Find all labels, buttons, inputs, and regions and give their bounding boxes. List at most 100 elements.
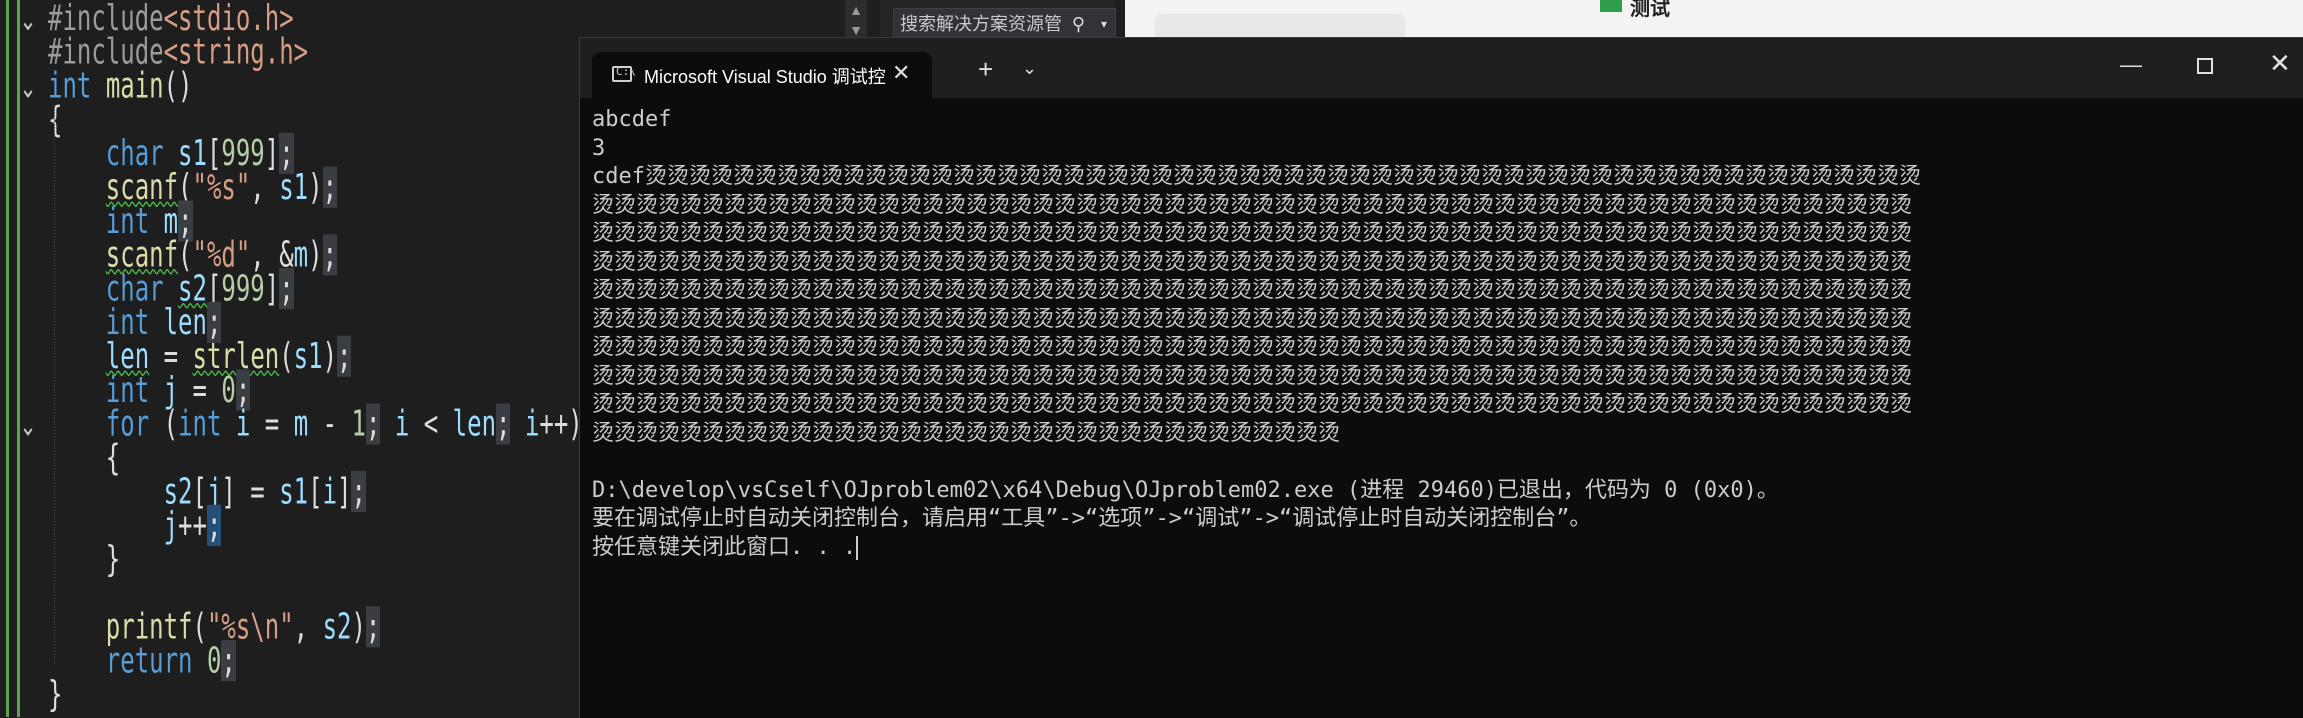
code-token: m — [293, 403, 309, 445]
code-token: i — [524, 403, 540, 445]
code-token: ) — [308, 166, 323, 208]
search-placeholder: 搜索解决方案资源管 — [900, 14, 1062, 34]
semicolon-token: ; — [365, 606, 381, 648]
code-editor[interactable]: ⌄ #include<stdio.h> #include<string.h> ⌄ int… — [0, 0, 580, 717]
console-titlebar[interactable]: C:\ Microsoft Visual Studio 调试控 ✕ + ⌄ — … — [580, 38, 2303, 98]
console-line: 烫烫烫烫烫烫烫烫烫烫烫烫烫烫烫烫烫烫烫烫烫烫烫烫烫烫烫烫烫烫烫烫烫烫 — [592, 420, 1341, 446]
indent-guide — [54, 104, 55, 664]
code-token: i — [235, 403, 251, 445]
code-line[interactable]: for (int i = m - 1; i < len; i++) — [48, 403, 580, 445]
code-token: s2 — [322, 606, 352, 648]
console-line: abcdef — [592, 107, 672, 132]
code-token: ++ — [178, 504, 207, 546]
new-tab-button[interactable]: + — [978, 56, 993, 82]
console-output[interactable]: abcdef 3 cdef烫烫烫烫烫烫烫烫烫烫烫烫烫烫烫烫烫烫烫烫烫烫烫烫烫烫烫烫烫… — [592, 106, 2292, 562]
code-token: , — [293, 606, 323, 648]
console-line: 烫烫烫烫烫烫烫烫烫烫烫烫烫烫烫烫烫烫烫烫烫烫烫烫烫烫烫烫烫烫烫烫烫烫烫烫烫烫烫烫… — [592, 363, 1913, 389]
semicolon-token: ; — [365, 403, 381, 445]
code-token: i — [394, 403, 410, 445]
code-token: 0 — [206, 639, 222, 682]
console-line: 烫烫烫烫烫烫烫烫烫烫烫烫烫烫烫烫烫烫烫烫烫烫烫烫烫烫烫烫烫烫烫烫烫烫烫烫烫烫烫烫… — [592, 278, 1913, 303]
fold-toggle-icon[interactable]: ⌄ — [18, 70, 38, 105]
tab-debug-console[interactable]: C:\ Microsoft Visual Studio 调试控 ✕ — [592, 52, 932, 98]
console-line: 烫烫烫烫烫烫烫烫烫烫烫烫烫烫烫烫烫烫烫烫烫烫烫烫烫烫烫烫烫烫烫烫烫烫烫烫烫烫烫烫… — [592, 392, 1913, 417]
excel-file-icon — [1600, 0, 1622, 12]
code-token: int — [178, 403, 222, 445]
selected-token: ; — [206, 504, 222, 546]
semicolon-token: ; — [279, 268, 294, 310]
code-token: j — [163, 504, 179, 546]
semicolon-token: ; — [496, 403, 511, 445]
code-token: - — [308, 403, 352, 445]
code-token: 999 — [221, 268, 265, 310]
console-line: 烫烫烫烫烫烫烫烫烫烫烫烫烫烫烫烫烫烫烫烫烫烫烫烫烫烫烫烫烫烫烫烫烫烫烫烫烫烫烫烫… — [592, 306, 1913, 332]
console-line: 烫烫烫烫烫烫烫烫烫烫烫烫烫烫烫烫烫烫烫烫烫烫烫烫烫烫烫烫烫烫烫烫烫烫烫烫烫烫烫烫… — [592, 335, 1913, 360]
background-window-label: 测试 — [1630, 0, 1670, 20]
semicolon-token: ; — [322, 166, 338, 208]
code-token: 1 — [351, 403, 366, 445]
text-cursor — [856, 535, 859, 560]
console-line: 烫烫烫烫烫烫烫烫烫烫烫烫烫烫烫烫烫烫烫烫烫烫烫烫烫烫烫烫烫烫烫烫烫烫烫烫烫烫烫烫… — [592, 249, 1913, 275]
semicolon-token: ; — [221, 639, 236, 682]
change-tracking-bar-secondary — [17, 0, 20, 717]
code-token: ] — [264, 268, 280, 310]
maximize-button[interactable] — [2197, 58, 2213, 74]
code-token: [ — [308, 470, 323, 513]
tab-dropdown-chevron-icon[interactable]: ⌄ — [1022, 58, 1037, 79]
code-line[interactable]: return 0; — [48, 639, 236, 682]
scroll-up-icon[interactable]: ▲ — [845, 0, 867, 20]
console-line: cdef烫烫烫烫烫烫烫烫烫烫烫烫烫烫烫烫烫烫烫烫烫烫烫烫烫烫烫烫烫烫烫烫烫烫烫烫… — [592, 164, 1921, 189]
console-line: 3 — [592, 135, 606, 161]
code-line[interactable]: int main() — [48, 68, 193, 103]
console-line: 要在调试停止时自动关闭控制台，请启用“工具”->“选项”->“调试”->“调试停… — [592, 506, 1592, 531]
code-token: ) — [322, 335, 338, 377]
code-token: return — [105, 639, 193, 682]
code-token: s1 — [279, 470, 309, 513]
console-line: 烫烫烫烫烫烫烫烫烫烫烫烫烫烫烫烫烫烫烫烫烫烫烫烫烫烫烫烫烫烫烫烫烫烫烫烫烫烫烫烫… — [592, 192, 1913, 218]
code-token: < — [409, 403, 453, 445]
code-token: ] = — [221, 470, 280, 513]
code-token: ) — [308, 234, 323, 276]
editor-scrollbar[interactable]: ▲ ▼ — [845, 0, 867, 40]
fold-toggle-icon[interactable]: ⌄ — [18, 2, 38, 37]
code-token: ( — [149, 403, 179, 445]
code-token: , — [250, 166, 280, 208]
code-token: () — [163, 65, 193, 107]
code-token: s1 — [279, 166, 309, 208]
code-token: } — [48, 673, 63, 715]
semicolon-token: ; — [322, 234, 338, 276]
code-token: ++) — [539, 403, 580, 445]
code-line[interactable]: } — [48, 677, 62, 712]
fold-toggle-icon[interactable]: ⌄ — [18, 408, 38, 443]
terminal-icon: C:\ — [612, 65, 636, 82]
code-token: s1 — [293, 335, 323, 377]
code-token: len — [452, 403, 497, 445]
code-token: "%s" — [192, 166, 251, 208]
code-token: = — [250, 403, 294, 445]
tab-title: Microsoft Visual Studio 调试控 — [644, 67, 886, 87]
change-tracking-bar — [6, 0, 9, 717]
chevron-down-icon[interactable]: ▾ — [1101, 9, 1107, 39]
solution-explorer-search-input[interactable]: 搜索解决方案资源管 ⚲ ▾ — [893, 8, 1116, 40]
code-token: ) — [351, 606, 366, 648]
debug-console-window[interactable]: C:\ Microsoft Visual Studio 调试控 ✕ + ⌄ — … — [579, 37, 2303, 718]
code-token: ] — [337, 470, 352, 513]
console-line: 烫烫烫烫烫烫烫烫烫烫烫烫烫烫烫烫烫烫烫烫烫烫烫烫烫烫烫烫烫烫烫烫烫烫烫烫烫烫烫烫… — [592, 221, 1913, 246]
code-token: m — [293, 234, 309, 276]
console-line: 按任意键关闭此窗口. . . — [592, 534, 859, 560]
code-token: ( — [279, 335, 294, 377]
search-icon[interactable]: ⚲ — [1072, 9, 1085, 39]
window-close-button[interactable]: ✕ — [2269, 48, 2291, 79]
minimize-button[interactable]: — — [2120, 52, 2142, 78]
semicolon-token: ; — [351, 470, 366, 513]
code-token: i — [322, 470, 338, 513]
code-token: } — [48, 538, 121, 580]
code-token: main — [105, 65, 164, 107]
code-line[interactable]: } — [48, 541, 120, 577]
close-tab-icon[interactable]: ✕ — [892, 60, 910, 86]
